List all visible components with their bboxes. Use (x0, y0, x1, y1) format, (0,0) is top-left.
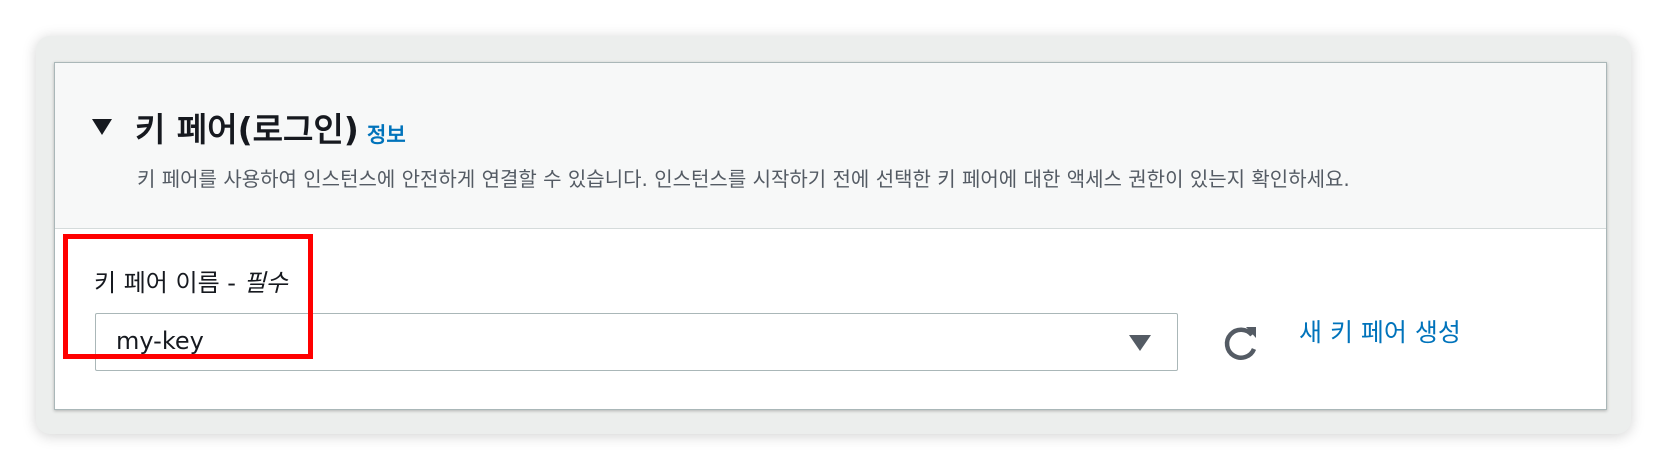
required-marker: 필수 (243, 269, 288, 297)
key-pair-name-label: 키 페어 이름 - 필수 (94, 263, 288, 298)
selected-key-pair: my-key (116, 327, 204, 355)
refresh-button[interactable] (1219, 321, 1263, 365)
key-pair-select[interactable]: my-key (95, 313, 1178, 371)
key-pair-panel: 키 페어(로그인) 정보 키 페어를 사용하여 인스턴스에 안전하게 연결할 수… (54, 62, 1607, 410)
label-text: 키 페어 이름 - (94, 269, 244, 297)
caret-down-icon[interactable] (92, 119, 112, 135)
refresh-icon (1224, 327, 1257, 360)
panel-header: 키 페어(로그인) 정보 키 페어를 사용하여 인스턴스에 안전하게 연결할 수… (55, 63, 1606, 229)
section-description: 키 페어를 사용하여 인스턴스에 안전하게 연결할 수 있습니다. 인스턴스를 … (137, 167, 1350, 191)
info-link[interactable]: 정보 (367, 119, 406, 149)
create-key-pair-link[interactable]: 새 키 페어 생성 (1299, 313, 1461, 349)
section-title[interactable]: 키 페어(로그인) (135, 103, 359, 151)
dropdown-caret-icon (1129, 335, 1151, 351)
